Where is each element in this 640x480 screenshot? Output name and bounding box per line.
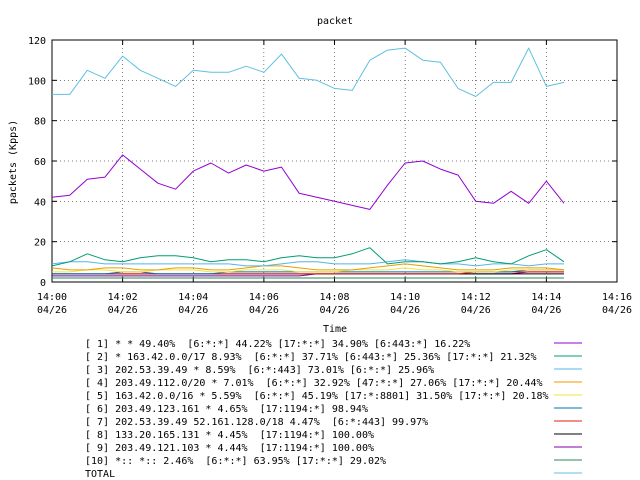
x-tick-label-time: 14:08 [319,292,349,303]
y-tick-label: 60 [34,157,46,168]
y-tick-label: 20 [34,238,46,249]
x-tick-label-time: 14:14 [531,292,561,303]
x-tick-label-date: 04/26 [390,305,420,316]
x-tick-label-time: 14:02 [108,292,138,303]
legend-label: [ 5] 163.42.0.0/16 * 5.59% [6:*:*] 45.19… [85,391,549,402]
series-line-2 [51,247,565,267]
legend-label: [ 2] * 163.42.0.0/17 8.93% [6:*:*] 37.71… [85,352,537,363]
series-lines [51,47,565,279]
x-tick-label-date: 04/26 [249,305,279,316]
legend-label: TOTAL [85,469,115,480]
y-axis-label: packets (Kpps) [8,120,19,204]
legend-label: [ 4] 203.49.112.0/20 * 7.01% [6:*:*] 32.… [85,378,543,389]
legend-label: [10] *:: *:: 2.46% [6:*:*] 63.95% [17:*:… [85,456,386,467]
x-tick-label-date: 04/26 [319,305,349,316]
x-tick-label-time: 14:06 [249,292,279,303]
y-tick-label: 40 [34,197,46,208]
legend-label: [ 7] 202.53.39.49 52.161.128.0/18 4.47% … [85,417,428,428]
legend-label: [ 1] * * 49.40% [6:*:*] 44.22% [17:*:*] … [85,339,470,350]
legend-label: [ 3] 202.53.39.49 * 8.59% [6:*:443] 73.0… [85,365,434,376]
x-tick-label-date: 04/26 [602,305,632,316]
series-line-11 [52,47,565,97]
legend-label: [ 8] 133.20.165.131 * 4.45% [17:1194:*] … [85,430,374,441]
x-axis-label: Time [323,324,347,335]
x-tick-label-time: 14:04 [178,292,208,303]
packet-chart: packet packets (Kpps) Time 0 20 40 60 80 100 1… [8,16,632,480]
legend-label: [ 9] 203.49.121.103 * 4.44% [17:1194:*] … [85,443,374,454]
grid [52,40,617,282]
x-tick-label-time: 14:16 [602,292,632,303]
legend-label: [ 6] 203.49.123.161 * 4.65% [17:1194:*] … [85,404,368,415]
legend: [ 1] * * 49.40% [6:*:*] 44.22% [17:*:*] … [85,339,582,480]
x-tick-label-time: 14:10 [390,292,420,303]
x-tick-label-time: 14:00 [37,292,67,303]
x-tick-label-date: 04/26 [461,305,491,316]
x-tick-label-time: 14:12 [461,292,491,303]
chart-title: packet [317,16,353,27]
x-tick-label-date: 04/26 [531,305,561,316]
x-tick-label-date: 04/26 [108,305,138,316]
y-tick-label: 80 [34,117,46,128]
x-tick-label-date: 04/26 [178,305,208,316]
y-tick-label: 0 [40,278,46,289]
y-tick-label: 120 [28,36,46,47]
y-tick-label: 100 [28,76,46,87]
x-tick-label-date: 04/26 [37,305,67,316]
